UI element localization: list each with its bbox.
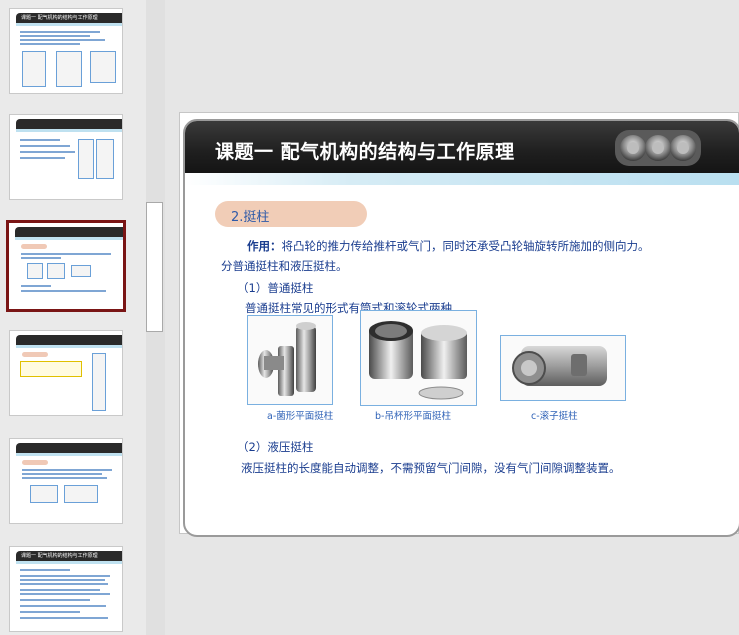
slide-thumbnail-2[interactable] — [9, 114, 123, 200]
function-line: 作用：将凸轮的推力传给推杆或气门，同时还承受凸轮轴旋转所施加的侧向力。 — [247, 238, 650, 254]
slide[interactable]: 课题一 配气机构的结构与工作原理 2.挺柱 作用：将凸轮的推力传给推杆或气门，同… — [179, 112, 739, 537]
section-heading-pill: 2.挺柱 — [215, 201, 367, 227]
cup-tappet-image — [360, 310, 477, 406]
sub1-heading: （1）普通挺柱 — [237, 281, 314, 295]
slide-thumbnail-4[interactable] — [9, 330, 123, 416]
scrollbar-thumb[interactable] — [146, 202, 163, 332]
engine-cylinder-image — [615, 130, 701, 166]
sub2-text: 液压挺柱的长度能自动调整，不需预留气门间隙，没有气门间隙调整装置。 — [241, 461, 621, 475]
thumbnail-title: 课题一 配气机构的结构与工作原理 — [21, 15, 98, 21]
slide-thumbnail-3-selected[interactable] — [6, 220, 126, 312]
thumbnail-title: 课题一 配气机构的结构与工作原理 — [21, 553, 98, 559]
thumbnail-scrollbar[interactable] — [146, 0, 165, 635]
roller-tappet-image — [500, 335, 626, 401]
mushroom-tappet-image — [247, 315, 333, 405]
slide-thumbnail-1[interactable]: 课题一 配气机构的结构与工作原理 — [9, 8, 123, 94]
sub2-heading: （2）液压挺柱 — [237, 440, 314, 454]
section-heading: 2.挺柱 — [231, 210, 270, 225]
slide-frame: 课题一 配气机构的结构与工作原理 2.挺柱 作用：将凸轮的推力传给推杆或气门，同… — [183, 119, 739, 537]
caption-c: c-滚子挺柱 — [531, 411, 578, 422]
slide-thumbnail-pane: 课题一 配气机构的结构与工作原理 课题一 配气机构的结构与工作原理 — [0, 0, 146, 635]
slide-editing-canvas: 课题一 配气机构的结构与工作原理 2.挺柱 作用：将凸轮的推力传给推杆或气门，同… — [165, 0, 739, 635]
function-lead: 作用： — [247, 239, 282, 253]
function-text: 将凸轮的推力传给推杆或气门，同时还承受凸轮轴旋转所施加的侧向力。 — [281, 239, 650, 253]
header-accent-band — [185, 173, 739, 185]
slide-header-bar: 课题一 配气机构的结构与工作原理 — [185, 121, 739, 173]
caption-a: a-菌形平面挺柱 — [267, 411, 334, 422]
slide-thumbnail-5[interactable] — [9, 438, 123, 524]
slide-thumbnail-6[interactable]: 课题一 配气机构的结构与工作原理 — [9, 546, 123, 632]
slide-title: 课题一 配气机构的结构与工作原理 — [215, 141, 515, 163]
caption-b: b-吊杯形平面挺柱 — [375, 411, 451, 422]
classification-line: 分普通挺柱和液压挺柱。 — [221, 259, 348, 273]
